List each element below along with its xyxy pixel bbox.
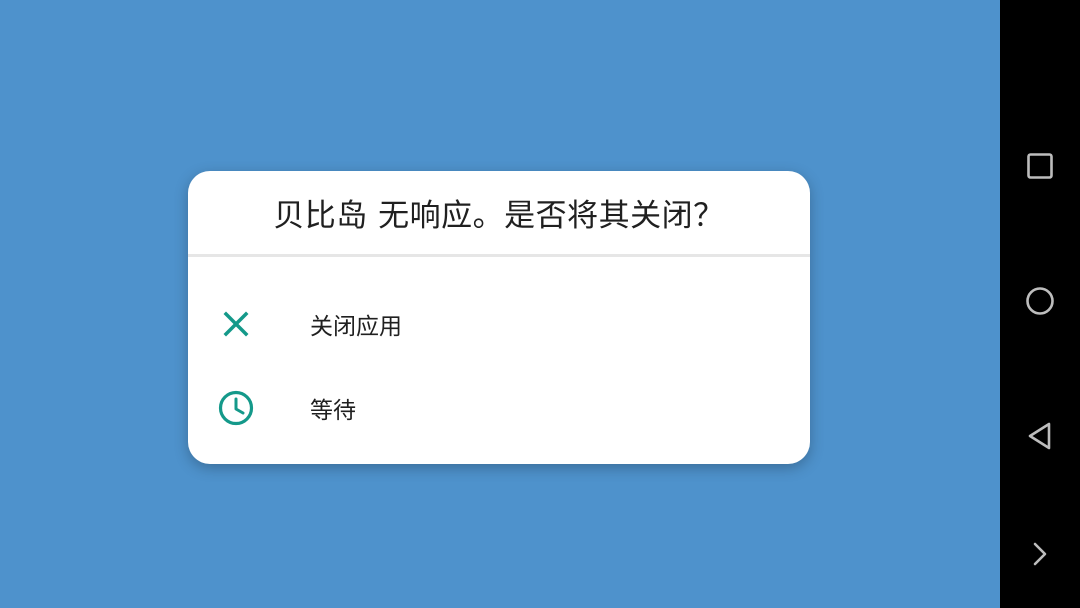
wait-option[interactable]: 等待 xyxy=(188,369,810,447)
expand-button[interactable] xyxy=(1018,534,1062,578)
close-app-label: 关闭应用 xyxy=(310,314,402,340)
chevron-right-icon xyxy=(1030,540,1050,572)
close-app-option[interactable]: 关闭应用 xyxy=(188,285,810,363)
home-icon xyxy=(1025,286,1055,320)
close-icon xyxy=(216,304,256,344)
dialog-title: 贝比岛 无响应。是否将其关闭？ xyxy=(273,198,725,234)
screen: 贝比岛 无响应。是否将其关闭？ 关闭应用 等待 xyxy=(0,0,1080,608)
recents-button[interactable] xyxy=(1018,146,1062,190)
home-button[interactable] xyxy=(1018,281,1062,325)
clock-icon xyxy=(216,388,256,428)
back-icon xyxy=(1026,421,1054,455)
dialog-divider xyxy=(188,254,810,257)
wait-label: 等待 xyxy=(310,398,356,424)
navigation-bar xyxy=(1000,0,1080,608)
back-button[interactable] xyxy=(1018,416,1062,460)
recents-icon xyxy=(1026,152,1054,184)
